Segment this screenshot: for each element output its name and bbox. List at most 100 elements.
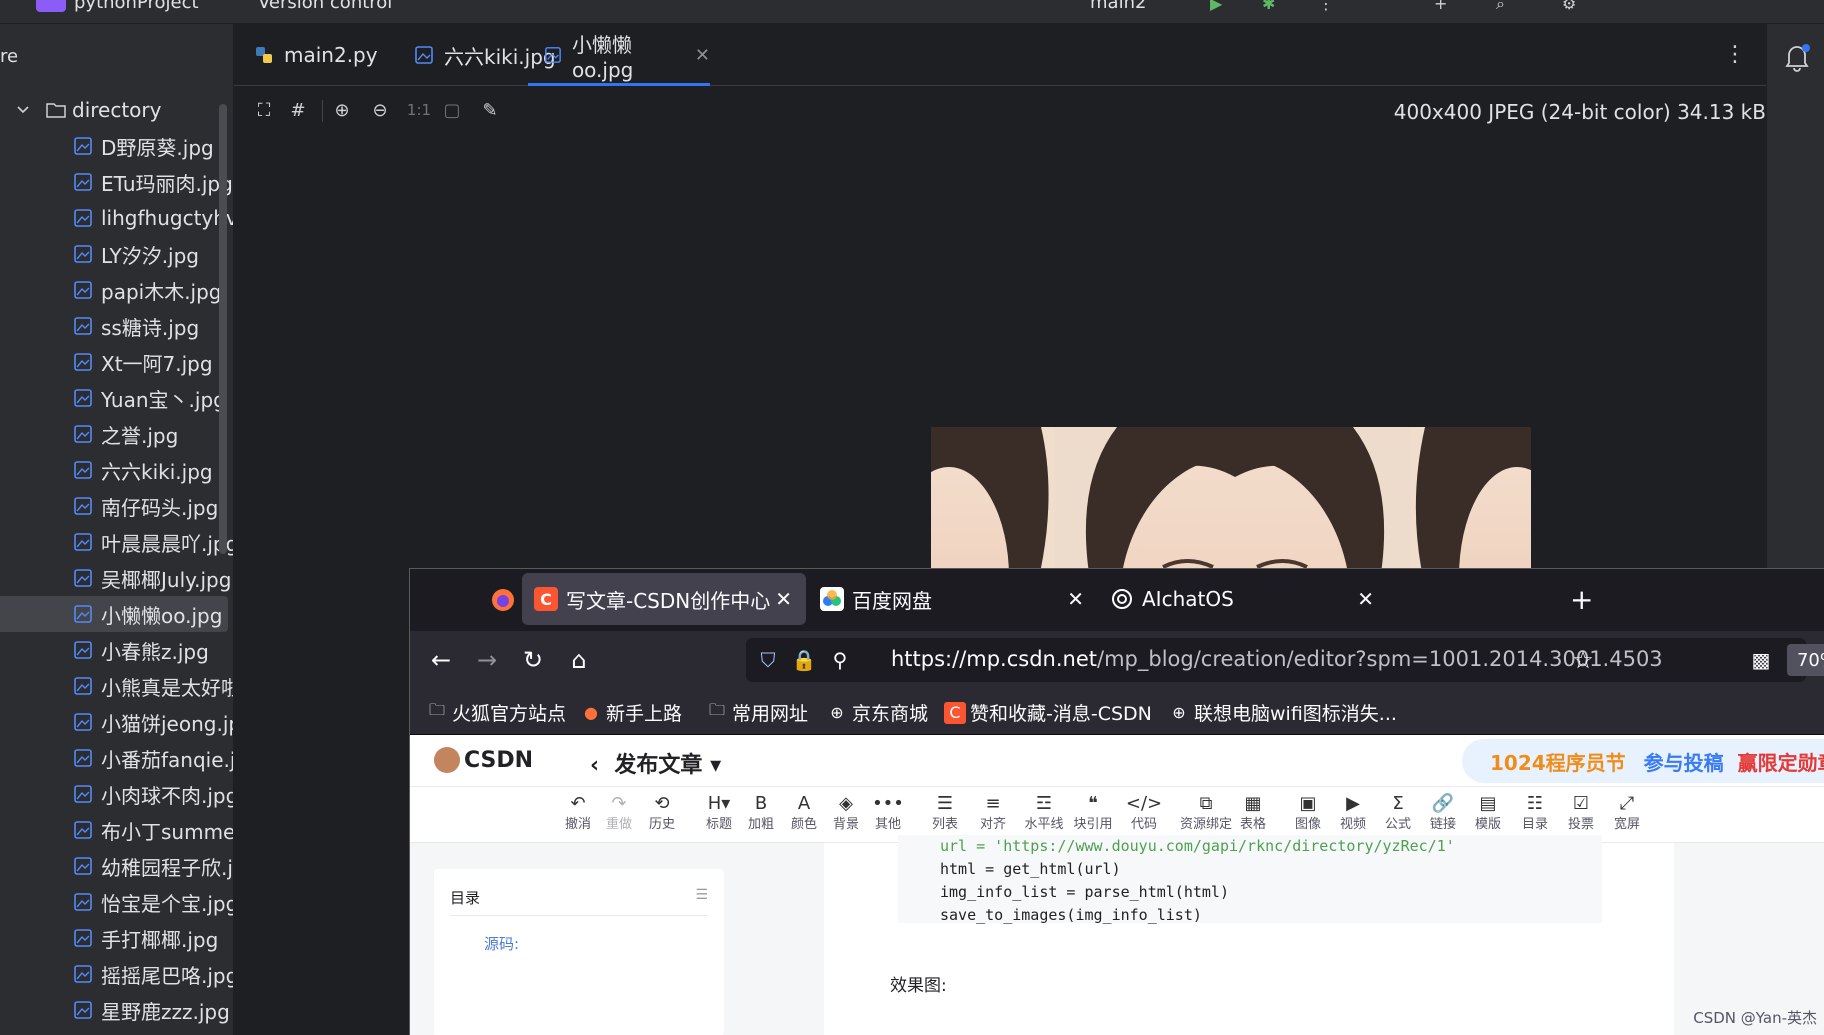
- debug-icon[interactable]: ✱: [1262, 0, 1280, 13]
- tool-more-button[interactable]: ••• 其他: [865, 791, 911, 833]
- tree-file-item[interactable]: ETu玛丽肉.jpg: [0, 164, 233, 200]
- tool-resource-button[interactable]: ⧉ 资源绑定: [1177, 791, 1235, 833]
- fit-to-screen-icon[interactable]: ⛶: [252, 98, 276, 122]
- tool-image-button[interactable]: ▣ 图像: [1285, 791, 1331, 833]
- tree-file-item[interactable]: LY汐汐.jpg: [0, 236, 233, 272]
- tree-file-item[interactable]: 布小丁summer.: [0, 812, 233, 848]
- tool-align-button[interactable]: ≡ 对齐: [970, 791, 1016, 833]
- back-icon[interactable]: ←: [426, 645, 456, 675]
- tree-scrollbar[interactable]: [219, 104, 227, 554]
- close-tab-icon[interactable]: ✕: [1067, 587, 1084, 611]
- lock-icon[interactable]: 🔒: [792, 648, 817, 672]
- bookmark-star-icon[interactable]: ☆: [1568, 645, 1598, 675]
- toc-collapse-icon[interactable]: ☰: [695, 887, 708, 903]
- new-tab-icon[interactable]: +: [1570, 583, 1593, 616]
- tree-file-item[interactable]: 幼稚园程子欣.jp: [0, 848, 233, 884]
- color-picker-icon[interactable]: ✎: [478, 98, 502, 122]
- browser-tab-baidu[interactable]: 百度网盘 ✕: [808, 573, 1098, 625]
- tool-widescreen-button[interactable]: ⤢ 宽屏: [1604, 791, 1650, 833]
- tool-bold-button[interactable]: B 加粗: [738, 791, 784, 833]
- url-text[interactable]: https://mp.csdn.net/mp_blog/creation/edi…: [891, 647, 1663, 671]
- tool-link-button[interactable]: 🔗 链接: [1420, 791, 1466, 833]
- settings-icon[interactable]: ⚙: [1562, 0, 1580, 13]
- close-tab-icon[interactable]: ✕: [1357, 587, 1374, 611]
- tree-file-item[interactable]: lihgfhugctyhvh: [0, 200, 233, 236]
- tool-toc-button[interactable]: ☷ 目录: [1512, 791, 1558, 833]
- tracking-shield-icon[interactable]: ⛉: [756, 648, 780, 672]
- tool-text-color-button[interactable]: A 颜色: [781, 791, 827, 833]
- tree-file-item[interactable]: 小春熊z.jpg: [0, 632, 233, 668]
- reload-icon[interactable]: ↻: [518, 645, 548, 675]
- chevron-down-icon[interactable]: [16, 103, 30, 117]
- bookmark-item[interactable]: ● 新手上路: [580, 699, 682, 726]
- tool-quote-button[interactable]: ❝ 块引用: [1070, 791, 1116, 833]
- search-icon[interactable]: ⌕: [1496, 0, 1514, 13]
- tree-file-item[interactable]: papi木木.jpg: [0, 272, 233, 308]
- home-icon[interactable]: ⌂: [564, 645, 594, 675]
- tree-file-item[interactable]: 南仔码头.jpg: [0, 488, 233, 524]
- project-badge-icon[interactable]: [36, 0, 66, 12]
- url-bar[interactable]: ⛉ 🔒 ⚲ https://mp.csdn.net/mp_blog/creati…: [746, 638, 1824, 682]
- zoom-in-icon[interactable]: ⊕: [330, 98, 354, 122]
- tree-folder-directory[interactable]: directory: [0, 92, 233, 128]
- tool-vote-button[interactable]: ☑ 投票: [1558, 791, 1604, 833]
- tool-video-button[interactable]: ▶ 视频: [1330, 791, 1376, 833]
- tree-file-item[interactable]: 怡宝是个宝.jpg: [0, 884, 233, 920]
- run-config[interactable]: main2: [1090, 0, 1146, 13]
- actual-size-button[interactable]: 1:1: [404, 98, 434, 122]
- more-actions-icon[interactable]: ⋮: [1318, 0, 1336, 13]
- bookmark-item[interactable]: 🗀 常用网址: [706, 699, 808, 726]
- tree-file-item[interactable]: D野原葵.jpg: [0, 128, 233, 164]
- tree-file-item[interactable]: 小熊真是太好啦: [0, 668, 233, 704]
- zoom-level-button[interactable]: 70%: [1787, 644, 1824, 676]
- tool-redo-button[interactable]: ↷ 重做: [596, 791, 642, 833]
- csdn-logo[interactable]: CSDN: [434, 747, 533, 773]
- close-tab-icon[interactable]: ✕: [775, 587, 792, 611]
- tree-file-item[interactable]: 星野鹿zzz.jpg: [0, 992, 233, 1028]
- qr-code-icon[interactable]: ▩: [1749, 648, 1773, 672]
- code-block[interactable]: url = 'https://www.douyu.com/gapi/rknc/d…: [898, 835, 1602, 924]
- tree-file-item[interactable]: 六六kiki.jpg: [0, 452, 233, 488]
- tab-actions-icon[interactable]: ⋮: [1724, 42, 1746, 67]
- tree-file-item[interactable]: 小懒懒oo.jpg: [0, 596, 228, 632]
- tool-code-button[interactable]: </> 代码: [1121, 791, 1167, 833]
- project-name[interactable]: pythonProject: [74, 0, 199, 13]
- tool-undo-button[interactable]: ↶ 撤消: [555, 791, 601, 833]
- tool-template-button[interactable]: ▤ 模版: [1465, 791, 1511, 833]
- tree-file-item[interactable]: 之誉.jpg: [0, 416, 233, 452]
- tab-xiaolanlanoo-jpg[interactable]: 小懒懒oo.jpg ✕: [528, 24, 710, 86]
- tree-file-item[interactable]: 摇摇尾巴咯.jpg: [0, 956, 233, 992]
- article-editor[interactable]: url = 'https://www.douyu.com/gapi/rknc/d…: [824, 835, 1674, 1035]
- tool-formula-button[interactable]: Σ 公式: [1375, 791, 1421, 833]
- close-tab-icon[interactable]: ✕: [695, 45, 710, 66]
- tool-list-button[interactable]: ☰ 列表: [922, 791, 968, 833]
- tree-file-item[interactable]: 小肉球不肉.jpg: [0, 776, 233, 812]
- tool-history-button[interactable]: ⟲ 历史: [639, 791, 685, 833]
- fit-zoom-icon[interactable]: ▢: [440, 98, 464, 122]
- tab-main2-py[interactable]: main2.py: [248, 24, 398, 86]
- tool-background-button[interactable]: ◈ 背景: [823, 791, 869, 833]
- tree-file-item[interactable]: 吴椰椰July.jpg: [0, 560, 233, 596]
- publish-article-menu[interactable]: ‹ 发布文章 ▾: [590, 747, 721, 779]
- grid-icon[interactable]: #: [286, 98, 310, 122]
- promo-banner[interactable]: 1024程序员节 参与投稿 赢限定勋章: [1462, 739, 1824, 783]
- forward-icon[interactable]: →: [472, 645, 502, 675]
- tool-hr-button[interactable]: ☲ 水平线: [1021, 791, 1067, 833]
- tree-file-item[interactable]: Yuan宝丶.jpg: [0, 380, 233, 416]
- firefox-view-icon[interactable]: [490, 587, 516, 613]
- tree-file-item[interactable]: 叶晨晨晨吖.jpg: [0, 524, 233, 560]
- bookmark-item[interactable]: ⊕ 联想电脑wifi图标消失...: [1168, 699, 1397, 726]
- tree-file-item[interactable]: 手打椰椰.jpg: [0, 920, 233, 956]
- run-icon[interactable]: ▶: [1210, 0, 1228, 13]
- add-user-icon[interactable]: +: [1434, 0, 1452, 13]
- toc-item[interactable]: 源码:: [484, 933, 519, 954]
- tree-file-item[interactable]: 小番茄fanqie.jp: [0, 740, 233, 776]
- browser-tab-aichatos[interactable]: AIchatOS ✕: [1098, 573, 1388, 625]
- notifications-bell-icon[interactable]: [1783, 42, 1811, 72]
- bookmark-item[interactable]: 🗀 火狐官方站点: [426, 699, 566, 726]
- tree-file-item[interactable]: ss糖诗.jpg: [0, 308, 233, 344]
- tool-table-button[interactable]: ▦ 表格: [1230, 791, 1276, 833]
- browser-tab-csdn[interactable]: C 写文章-CSDN创作中心 ✕: [522, 573, 806, 625]
- zoom-out-icon[interactable]: ⊖: [368, 98, 392, 122]
- tree-file-item[interactable]: Xt一阿7.jpg: [0, 344, 233, 380]
